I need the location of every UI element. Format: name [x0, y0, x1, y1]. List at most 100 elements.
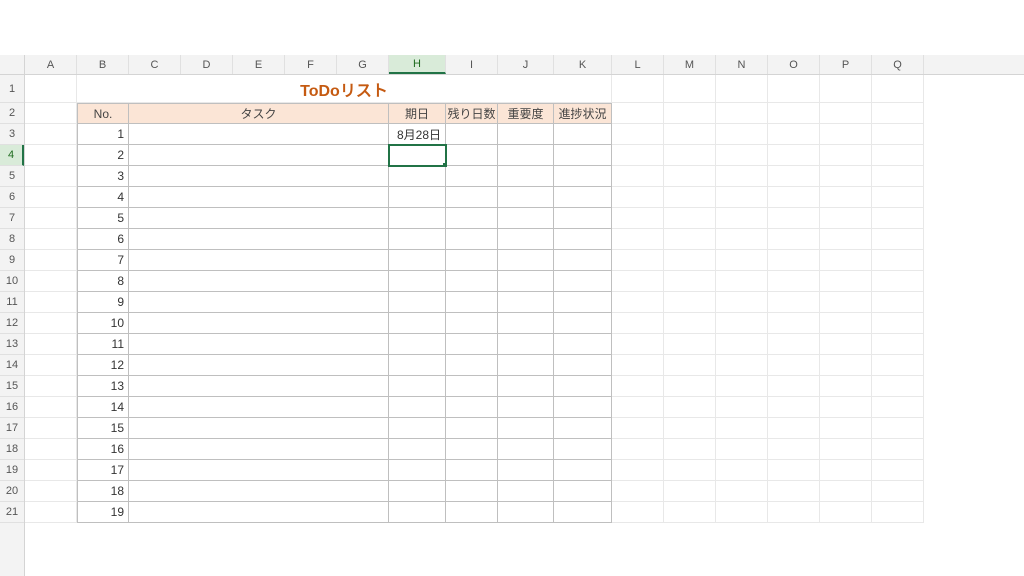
cell-due[interactable] — [389, 229, 446, 250]
cell-importance[interactable] — [498, 502, 554, 523]
cell-days-left[interactable] — [446, 166, 498, 187]
cell-no[interactable]: 1 — [77, 124, 129, 145]
cell-progress[interactable] — [554, 481, 612, 502]
cell-L8[interactable] — [612, 229, 664, 250]
row-header-1[interactable]: 1 — [0, 75, 24, 103]
cell-O10[interactable] — [768, 271, 820, 292]
cell-N13[interactable] — [716, 334, 768, 355]
cell-task[interactable] — [129, 208, 389, 229]
cell-progress[interactable] — [554, 166, 612, 187]
cell-no[interactable]: 17 — [77, 460, 129, 481]
cell-Q15[interactable] — [872, 376, 924, 397]
col-header-K[interactable]: K — [554, 55, 612, 74]
cell-importance[interactable] — [498, 124, 554, 145]
cell-due[interactable] — [389, 502, 446, 523]
cell-L13[interactable] — [612, 334, 664, 355]
cell-due[interactable] — [389, 313, 446, 334]
cell-A19[interactable] — [25, 460, 77, 481]
cell-due[interactable] — [389, 439, 446, 460]
cell-M5[interactable] — [664, 166, 716, 187]
col-header-C[interactable]: C — [129, 55, 181, 74]
cell-no[interactable]: 7 — [77, 250, 129, 271]
cell-Q1[interactable] — [872, 75, 924, 103]
cell-A7[interactable] — [25, 208, 77, 229]
cell-importance[interactable] — [498, 166, 554, 187]
cell-task[interactable] — [129, 124, 389, 145]
cell-P10[interactable] — [820, 271, 872, 292]
table-header-days-left[interactable]: 残り日数 — [446, 103, 498, 124]
cell-days-left[interactable] — [446, 208, 498, 229]
cell-M1[interactable] — [664, 75, 716, 103]
cell-due[interactable] — [389, 166, 446, 187]
table-header-due[interactable]: 期日 — [389, 103, 446, 124]
col-header-Q[interactable]: Q — [872, 55, 924, 74]
cell-M10[interactable] — [664, 271, 716, 292]
cell-importance[interactable] — [498, 229, 554, 250]
cell-N16[interactable] — [716, 397, 768, 418]
cell-Q2[interactable] — [872, 103, 924, 124]
cell-days-left[interactable] — [446, 355, 498, 376]
cell-L5[interactable] — [612, 166, 664, 187]
cell-Q5[interactable] — [872, 166, 924, 187]
cell-O1[interactable] — [768, 75, 820, 103]
cell-Q4[interactable] — [872, 145, 924, 166]
cell-A1[interactable] — [25, 75, 77, 103]
cell-O11[interactable] — [768, 292, 820, 313]
cell-days-left[interactable] — [446, 439, 498, 460]
cell-importance[interactable] — [498, 250, 554, 271]
cell-O21[interactable] — [768, 502, 820, 523]
cell-M17[interactable] — [664, 418, 716, 439]
col-header-M[interactable]: M — [664, 55, 716, 74]
cell-progress[interactable] — [554, 334, 612, 355]
cell-importance[interactable] — [498, 355, 554, 376]
cell-N10[interactable] — [716, 271, 768, 292]
cell-due[interactable] — [389, 355, 446, 376]
row-header-16[interactable]: 16 — [0, 397, 24, 418]
cell-A8[interactable] — [25, 229, 77, 250]
cell-progress[interactable] — [554, 397, 612, 418]
cell-A16[interactable] — [25, 397, 77, 418]
cell-P13[interactable] — [820, 334, 872, 355]
table-header-importance[interactable]: 重要度 — [498, 103, 554, 124]
cell-due[interactable] — [389, 481, 446, 502]
cell-P14[interactable] — [820, 355, 872, 376]
cell-days-left[interactable] — [446, 334, 498, 355]
cell-task[interactable] — [129, 145, 389, 166]
cell-task[interactable] — [129, 166, 389, 187]
cell-O8[interactable] — [768, 229, 820, 250]
cell-P3[interactable] — [820, 124, 872, 145]
cell-task[interactable] — [129, 250, 389, 271]
cell-P20[interactable] — [820, 481, 872, 502]
cell-N12[interactable] — [716, 313, 768, 334]
cell-task[interactable] — [129, 502, 389, 523]
cell-P9[interactable] — [820, 250, 872, 271]
col-header-H[interactable]: H — [389, 55, 446, 74]
cell-O17[interactable] — [768, 418, 820, 439]
cell-importance[interactable] — [498, 271, 554, 292]
cell-M12[interactable] — [664, 313, 716, 334]
cell-progress[interactable] — [554, 313, 612, 334]
cell-Q17[interactable] — [872, 418, 924, 439]
cell-L11[interactable] — [612, 292, 664, 313]
cell-A15[interactable] — [25, 376, 77, 397]
cell-importance[interactable] — [498, 313, 554, 334]
cell-M16[interactable] — [664, 397, 716, 418]
cell-P19[interactable] — [820, 460, 872, 481]
cell-L1[interactable] — [612, 75, 664, 103]
cell-P16[interactable] — [820, 397, 872, 418]
fill-handle[interactable] — [442, 162, 446, 166]
cell-due[interactable] — [389, 460, 446, 481]
cell-M9[interactable] — [664, 250, 716, 271]
cell-A10[interactable] — [25, 271, 77, 292]
row-header-5[interactable]: 5 — [0, 166, 24, 187]
cell-progress[interactable] — [554, 124, 612, 145]
cell-P8[interactable] — [820, 229, 872, 250]
cell-due[interactable] — [389, 292, 446, 313]
col-header-E[interactable]: E — [233, 55, 285, 74]
cell-due[interactable] — [389, 250, 446, 271]
cell-A12[interactable] — [25, 313, 77, 334]
col-header-D[interactable]: D — [181, 55, 233, 74]
cell-A3[interactable] — [25, 124, 77, 145]
cell-no[interactable]: 6 — [77, 229, 129, 250]
col-header-N[interactable]: N — [716, 55, 768, 74]
